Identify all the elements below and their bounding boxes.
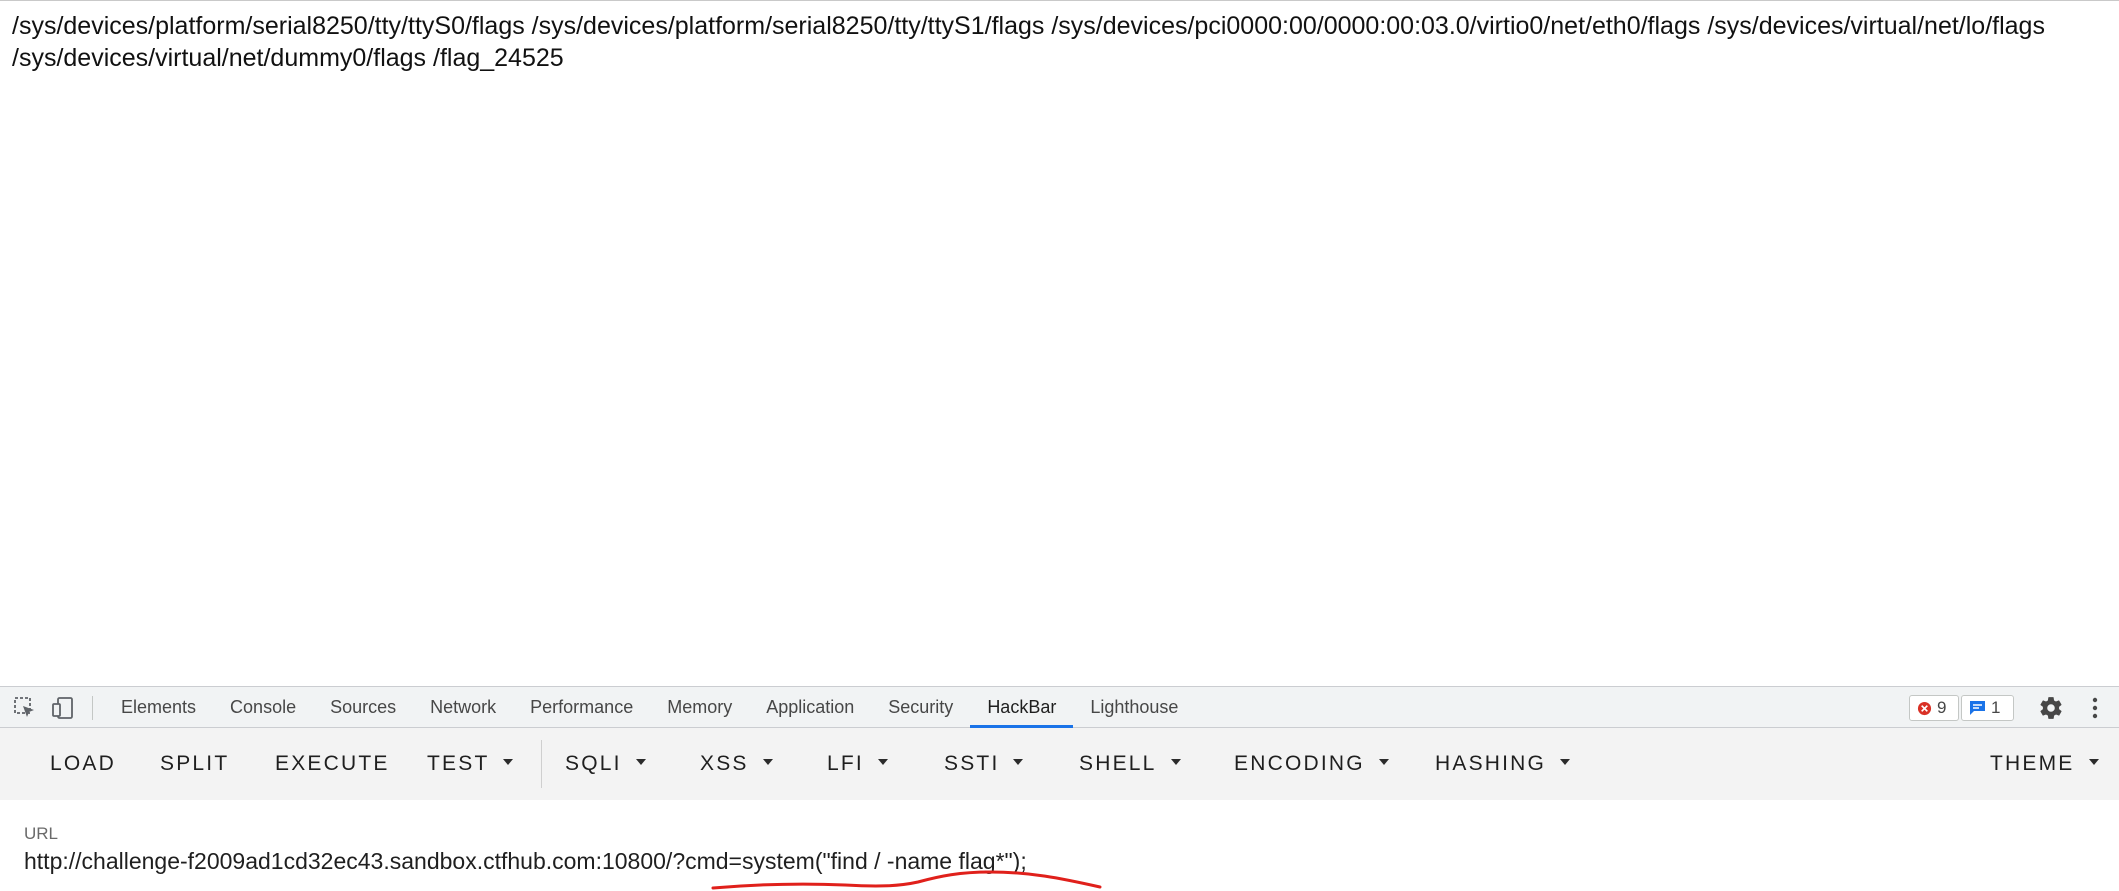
red-underline-annotation	[711, 870, 1102, 890]
command-output-text: /sys/devices/platform/serial8250/tty/tty…	[12, 12, 2045, 72]
viewport-top-border	[0, 0, 2119, 1]
devtools-panel: Elements Console Sources Network Perform…	[0, 686, 2119, 891]
browser-viewport: /sys/devices/platform/serial8250/tty/tty…	[0, 0, 2119, 891]
